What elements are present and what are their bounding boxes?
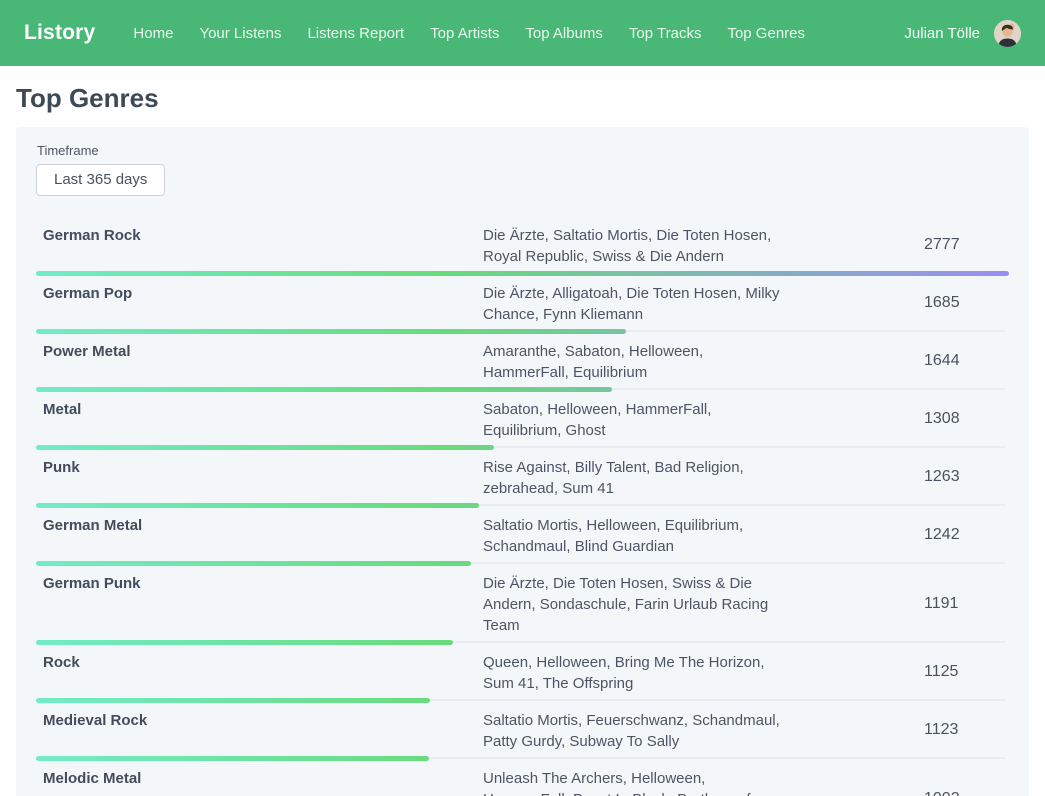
genre-top-artists: Die Ärzte, Alligatoah, Die Toten Hosen, … bbox=[483, 281, 788, 325]
progress-bar-fill bbox=[36, 503, 479, 508]
genre-row: Metal Sabaton, Helloween, HammerFall, Eq… bbox=[36, 392, 1009, 450]
genre-progress-bar bbox=[36, 640, 1009, 645]
genre-top-artists: Queen, Helloween, Bring Me The Horizon, … bbox=[483, 650, 788, 694]
nav-link-top-albums[interactable]: Top Albums bbox=[525, 25, 603, 42]
genre-top-artists: Saltatio Mortis, Feuerschwanz, Schandmau… bbox=[483, 708, 788, 752]
genre-top-artists: Die Ärzte, Saltatio Mortis, Die Toten Ho… bbox=[483, 223, 788, 267]
user-menu: Julian Tölle bbox=[904, 20, 1021, 47]
genre-row: German Rock Die Ärzte, Saltatio Mortis, … bbox=[36, 218, 1009, 276]
nav-link-listens-report[interactable]: Listens Report bbox=[307, 25, 404, 42]
genre-name: German Rock bbox=[36, 223, 483, 246]
genre-progress-bar bbox=[36, 503, 1009, 508]
genre-row: Power Metal Amaranthe, Sabaton, Hellowee… bbox=[36, 334, 1009, 392]
genre-name: German Punk bbox=[36, 571, 483, 594]
genre-progress-bar bbox=[36, 271, 1009, 276]
genre-listen-count: 1685 bbox=[924, 294, 1009, 312]
genre-name: Punk bbox=[36, 455, 483, 478]
genre-row: Medieval Rock Saltatio Mortis, Feuerschw… bbox=[36, 703, 1009, 761]
nav-link-your-listens[interactable]: Your Listens bbox=[199, 25, 281, 42]
genre-listen-count: 1123 bbox=[924, 721, 1009, 739]
genre-top-artists: Saltatio Mortis, Helloween, Equilibrium,… bbox=[483, 513, 788, 557]
genre-name: German Pop bbox=[36, 281, 483, 304]
navbar: Listory Home Your Listens Listens Report To… bbox=[0, 0, 1045, 66]
genre-row: Rock Queen, Helloween, Bring Me The Hori… bbox=[36, 645, 1009, 703]
genre-name: German Metal bbox=[36, 513, 483, 536]
genre-listen-count: 1263 bbox=[924, 468, 1009, 486]
nav-link-top-artists[interactable]: Top Artists bbox=[430, 25, 499, 42]
progress-bar-fill bbox=[36, 271, 1009, 276]
genre-listen-count: 1002 bbox=[924, 790, 1009, 796]
genre-name: Medieval Rock bbox=[36, 708, 483, 731]
progress-bar-fill bbox=[36, 329, 626, 334]
brand-logo[interactable]: Listory bbox=[24, 21, 95, 45]
timeframe-select-button[interactable]: Last 365 days bbox=[36, 164, 165, 196]
genre-top-artists: Die Ärzte, Die Toten Hosen, Swiss & Die … bbox=[483, 571, 788, 636]
genre-progress-bar bbox=[36, 698, 1009, 703]
genre-progress-bar bbox=[36, 561, 1009, 566]
genre-list: German Rock Die Ärzte, Saltatio Mortis, … bbox=[36, 218, 1009, 796]
genre-listen-count: 1191 bbox=[924, 595, 1009, 613]
genre-top-artists: Rise Against, Billy Talent, Bad Religion… bbox=[483, 455, 788, 499]
progress-bar-fill bbox=[36, 561, 471, 566]
genre-progress-bar bbox=[36, 756, 1009, 761]
timeframe-label: Timeframe bbox=[37, 143, 1009, 158]
nav-link-top-genres[interactable]: Top Genres bbox=[727, 25, 805, 42]
genre-name: Metal bbox=[36, 397, 483, 420]
page-title: Top Genres bbox=[16, 83, 1029, 114]
user-avatar-image[interactable] bbox=[994, 20, 1021, 47]
genre-listen-count: 1308 bbox=[924, 410, 1009, 428]
genre-row: Melodic Metal Unleash The Archers, Hello… bbox=[36, 761, 1009, 796]
genre-progress-bar bbox=[36, 387, 1009, 392]
nav-link-home[interactable]: Home bbox=[133, 25, 173, 42]
progress-bar-fill bbox=[36, 756, 429, 761]
genre-top-artists: Sabaton, Helloween, HammerFall, Equilibr… bbox=[483, 397, 788, 441]
genre-listen-count: 1125 bbox=[924, 663, 1009, 681]
genre-top-artists: Unleash The Archers, Helloween, HammerFa… bbox=[483, 766, 788, 796]
progress-bar-fill bbox=[36, 640, 453, 645]
genre-name: Melodic Metal bbox=[36, 766, 483, 789]
genre-row: German Metal Saltatio Mortis, Helloween,… bbox=[36, 508, 1009, 566]
genre-listen-count: 2777 bbox=[924, 236, 1009, 254]
progress-bar-fill bbox=[36, 445, 494, 450]
progress-bar-fill bbox=[36, 698, 430, 703]
genre-row: German Pop Die Ärzte, Alligatoah, Die To… bbox=[36, 276, 1009, 334]
progress-bar-fill bbox=[36, 387, 612, 392]
genre-name: Power Metal bbox=[36, 339, 483, 362]
nav-links: Home Your Listens Listens Report Top Artist… bbox=[133, 25, 805, 42]
genre-top-artists: Amaranthe, Sabaton, Helloween, HammerFal… bbox=[483, 339, 788, 383]
top-genres-card: Timeframe Last 365 days German Rock Die … bbox=[16, 127, 1029, 796]
main-content: Top Genres Timeframe Last 365 days Germa… bbox=[0, 83, 1045, 796]
user-name: Julian Tölle bbox=[904, 25, 980, 42]
genre-listen-count: 1644 bbox=[924, 352, 1009, 370]
genre-progress-bar bbox=[36, 445, 1009, 450]
genre-row: Punk Rise Against, Billy Talent, Bad Rel… bbox=[36, 450, 1009, 508]
genre-progress-bar bbox=[36, 329, 1009, 334]
user-photo-icon bbox=[994, 20, 1021, 47]
genre-name: Rock bbox=[36, 650, 483, 673]
genre-row: German Punk Die Ärzte, Die Toten Hosen, … bbox=[36, 566, 1009, 645]
nav-link-top-tracks[interactable]: Top Tracks bbox=[629, 25, 702, 42]
genre-listen-count: 1242 bbox=[924, 526, 1009, 544]
